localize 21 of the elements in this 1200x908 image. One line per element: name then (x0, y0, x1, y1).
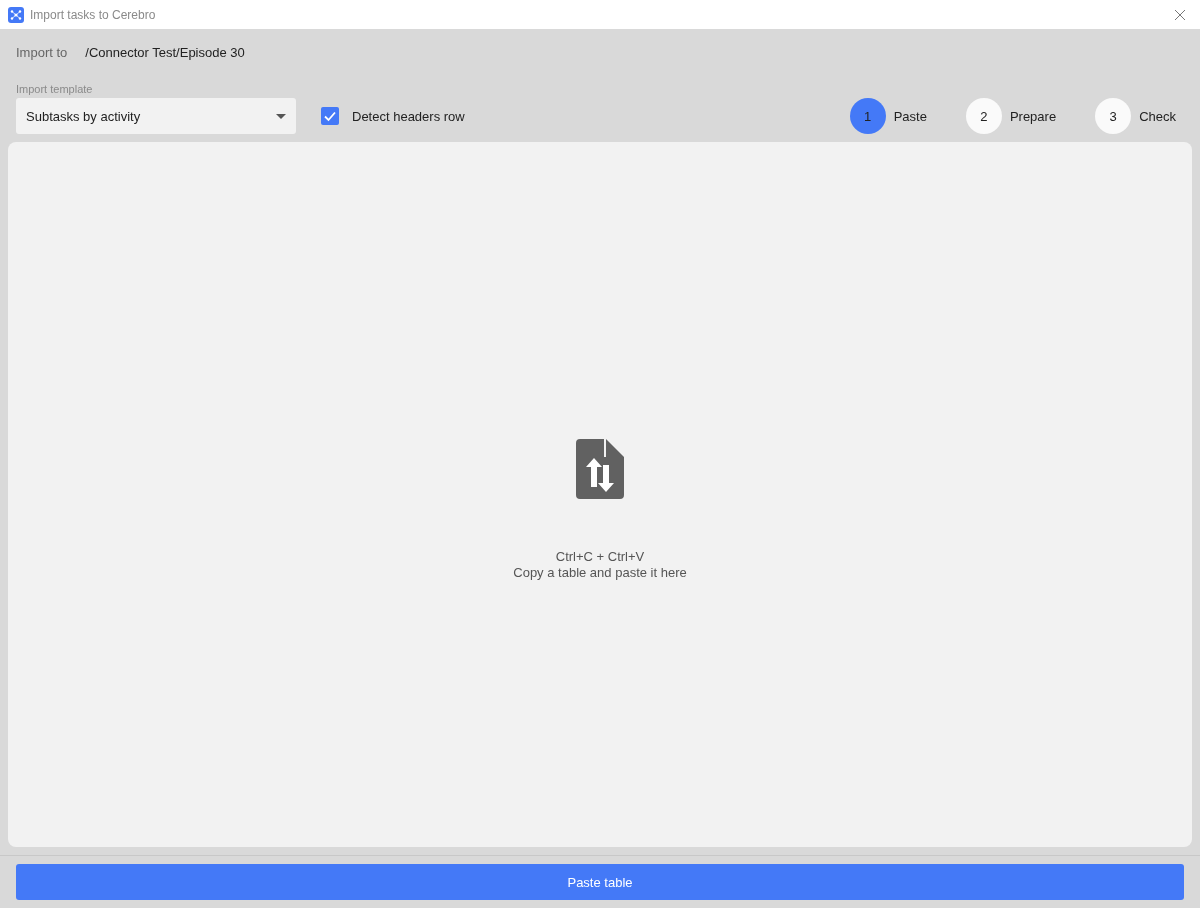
shortcut-text: Ctrl+C + Ctrl+V (555, 548, 645, 565)
caret-icon (276, 113, 286, 119)
close-icon (1174, 8, 1186, 21)
template-dropdown[interactable]: Subtasks by activity (16, 98, 296, 134)
paste-table-button[interactable]: Paste table (16, 864, 1184, 900)
step-number[interactable]: 3 (1095, 98, 1132, 134)
headers-checkbox[interactable] (321, 107, 339, 125)
file-transfer-icon (576, 438, 624, 499)
import-to-label: Import to (16, 44, 68, 60)
paste-hint: Copy a table and paste it here (513, 564, 687, 581)
headers-checkbox-label: Detect headers row (352, 108, 466, 124)
step-label: Paste (893, 108, 927, 124)
import-path: /Connector Test/Episode 30 (85, 44, 245, 60)
window-title: Import tasks to Cerebro (30, 7, 157, 22)
step-label: Check (1139, 108, 1176, 124)
drop-area[interactable]: Ctrl+C + Ctrl+V Copy a table and paste it here (8, 142, 1192, 847)
template-label: Import template (16, 83, 94, 95)
step-number[interactable]: 1 (849, 98, 886, 134)
step-label: Prepare (1009, 108, 1057, 124)
step-number[interactable]: 2 (965, 98, 1002, 134)
app-logo-icon (8, 6, 24, 23)
